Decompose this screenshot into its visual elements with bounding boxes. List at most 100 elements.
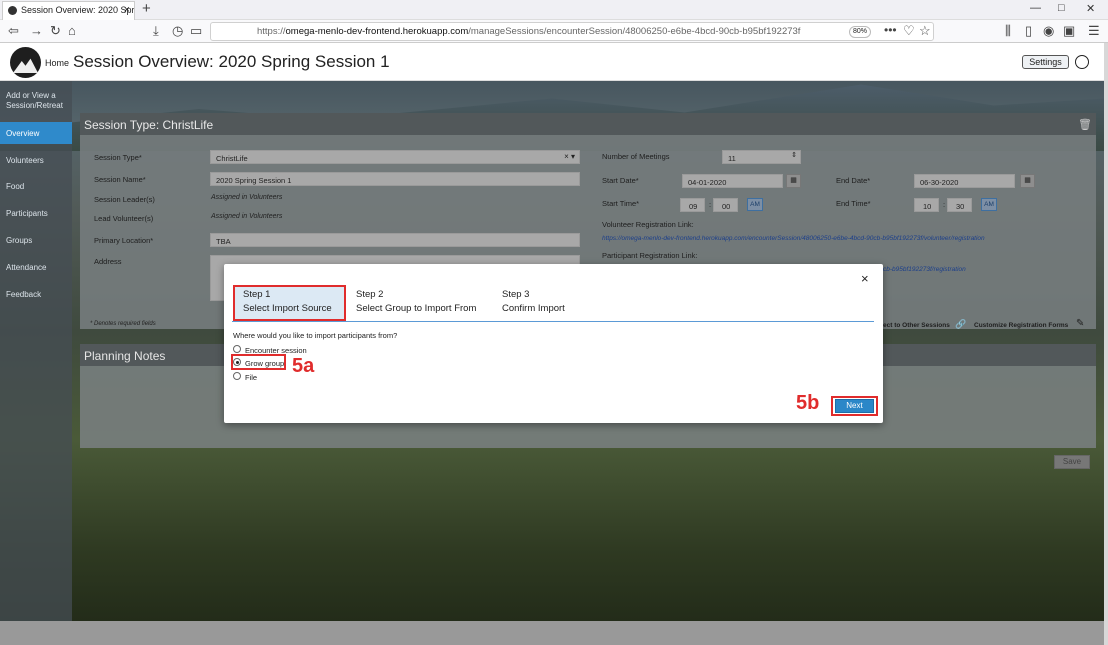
sidebar-item-volunteers[interactable]: Volunteers [6, 156, 44, 166]
stepper-icon[interactable]: ⇕ [791, 151, 797, 159]
browser-tab-title: Session Overview: 2020 Spring [21, 5, 135, 15]
number-of-meetings-field[interactable]: 11 ⇕ [722, 150, 801, 164]
session-type-select[interactable]: ChristLife × ▾ [210, 150, 580, 164]
back-icon[interactable]: ⇦ [8, 23, 19, 39]
more-icon[interactable]: ••• [884, 23, 897, 37]
volunteer-registration-label: Volunteer Registration Link: [602, 220, 694, 229]
history-icon[interactable]: ◷ [172, 23, 183, 39]
step-2-number: Step 2 [356, 289, 384, 300]
session-leaders-value: Assigned in Volunteers [211, 194, 283, 201]
sidebar-item-groups[interactable]: Groups [6, 236, 32, 246]
session-type-label: Session Type* [94, 153, 142, 162]
start-date-calendar-icon[interactable]: ▦ [786, 174, 801, 188]
step-3-tab[interactable]: Step 3 Confirm Import [502, 288, 565, 316]
end-ampm-toggle[interactable]: AM [981, 198, 997, 211]
account-icon[interactable]: ◉ [1043, 23, 1054, 39]
step-1-tab[interactable]: Step 1 Select Import Source [243, 288, 332, 316]
page-title: Session Overview: 2020 Spring Session 1 [73, 52, 390, 71]
pocket-icon[interactable]: ♡ [903, 23, 915, 39]
start-date-field[interactable]: 04-01-2020 [682, 174, 783, 188]
end-time-label: End Time* [836, 199, 871, 208]
lead-volunteer-value: Assigned in Volunteers [211, 213, 283, 220]
minimize-icon[interactable]: — [1030, 2, 1041, 14]
menu-icon[interactable]: ☰ [1088, 23, 1100, 39]
url-prefix: https:// [257, 26, 286, 37]
end-date-label: End Date* [836, 176, 871, 185]
primary-location-field[interactable]: TBA [210, 233, 580, 247]
start-ampm-toggle[interactable]: AM [747, 198, 763, 211]
close-icon[interactable]: × [861, 271, 869, 286]
close-window-icon[interactable]: ✕ [1086, 2, 1095, 15]
sidebar-item-overview[interactable]: Overview [0, 122, 72, 144]
url-path: /manageSessions/encounterSession/4800625… [468, 26, 801, 37]
step-1-number: Step 1 [243, 289, 271, 300]
step-divider [232, 321, 874, 322]
step-2-tab[interactable]: Step 2 Select Group to Import From [356, 288, 476, 316]
step-3-number: Step 3 [502, 289, 530, 300]
start-hour-field[interactable]: 09 [680, 198, 705, 212]
customize-forms-link[interactable]: Customize Registration Forms [974, 322, 1068, 329]
close-tab-icon[interactable]: × [124, 4, 130, 16]
forward-icon[interactable]: → [30, 23, 43, 38]
participant-registration-label: Participant Registration Link: [602, 251, 698, 260]
connect-sessions-link[interactable]: ect to Other Sessions [883, 322, 950, 329]
import-question: Where would you like to import participa… [233, 331, 398, 340]
volunteer-registration-link[interactable]: https://omega-menlo-dev-frontend.herokua… [602, 235, 985, 242]
sidebar-item-add-session[interactable]: Add or View a Session/Retreat [6, 91, 70, 111]
address-label: Address [94, 257, 122, 266]
user-avatar-icon[interactable] [1075, 55, 1089, 69]
page-footer [0, 621, 1104, 645]
sidebar-item-attendance[interactable]: Attendance [6, 263, 46, 273]
trash-icon[interactable]: 🗑 [1078, 118, 1092, 131]
extension-icon[interactable]: ▣ [1063, 23, 1075, 39]
home-link[interactable]: Home [45, 58, 69, 68]
downloads-icon[interactable]: ⤓ [153, 23, 159, 39]
save-button[interactable]: Save [1054, 455, 1090, 469]
start-time-colon: : [709, 200, 712, 209]
step-2-label: Select Group to Import From [356, 303, 477, 314]
clear-chevron-icon[interactable]: × ▾ [564, 152, 575, 161]
logo-icon[interactable] [10, 47, 41, 78]
sidebar-item-participants[interactable]: Participants [6, 209, 48, 219]
start-time-label: Start Time* [602, 199, 640, 208]
end-hour-field[interactable]: 10 [914, 198, 939, 212]
home-browser-icon[interactable]: ⌂ [68, 23, 76, 38]
start-date-label: Start Date* [602, 176, 639, 185]
radio-encounter-session[interactable] [233, 345, 241, 353]
number-of-meetings-label: Number of Meetings [602, 152, 670, 161]
app-header: Home Session Overview: 2020 Spring Sessi… [0, 43, 1104, 81]
browser-tab-strip: Session Overview: 2020 Spring × + — □ ✕ [0, 0, 1108, 20]
next-button[interactable]: Next [835, 399, 874, 413]
reload-icon[interactable]: ↻ [50, 23, 61, 39]
end-minute-field[interactable]: 30 [947, 198, 972, 212]
browser-tab[interactable]: Session Overview: 2020 Spring × [2, 1, 135, 20]
annotation-5a: 5a [292, 355, 315, 377]
sidebar-item-food[interactable]: Food [6, 182, 24, 192]
url-bar[interactable]: https://omega-menlo-dev-frontend.herokua… [210, 22, 934, 41]
end-date-field[interactable]: 06-30-2020 [914, 174, 1015, 188]
radio-file[interactable] [233, 372, 241, 380]
library-icon[interactable]: ⫼ [1005, 23, 1011, 39]
start-minute-field[interactable]: 00 [713, 198, 738, 212]
sidebar: Add or View a Session/Retreat Overview V… [0, 81, 72, 645]
bookmark-star-icon[interactable]: ☆ [919, 23, 931, 39]
session-card-title: Session Type: ChristLife [80, 113, 1096, 135]
settings-button[interactable]: Settings [1022, 55, 1069, 69]
window-right-edge [1104, 43, 1108, 645]
url-host: omega-menlo-dev-frontend.herokuapp.com [285, 26, 469, 37]
sidebar-item-feedback[interactable]: Feedback [6, 290, 41, 300]
link-icon[interactable]: 🔗 [955, 319, 966, 330]
maximize-icon[interactable]: □ [1058, 2, 1065, 14]
edit-pencil-icon[interactable]: ✎ [1076, 318, 1084, 329]
session-type-value: ChristLife [216, 154, 248, 163]
participant-registration-link[interactable]: cb-b95bf192273f/registration [883, 266, 966, 273]
new-tab-icon[interactable]: + [142, 0, 151, 17]
grow-group-highlight [231, 354, 286, 370]
end-date-calendar-icon[interactable]: ▦ [1020, 174, 1035, 188]
session-name-field[interactable]: 2020 Spring Session 1 [210, 172, 580, 186]
option-file-label[interactable]: File [245, 373, 257, 382]
sidebar-toggle-icon[interactable]: ▯ [1025, 23, 1032, 39]
folder-icon[interactable]: ▭ [190, 23, 202, 39]
zoom-level[interactable]: 80% [849, 26, 871, 38]
session-name-label: Session Name* [94, 175, 146, 184]
